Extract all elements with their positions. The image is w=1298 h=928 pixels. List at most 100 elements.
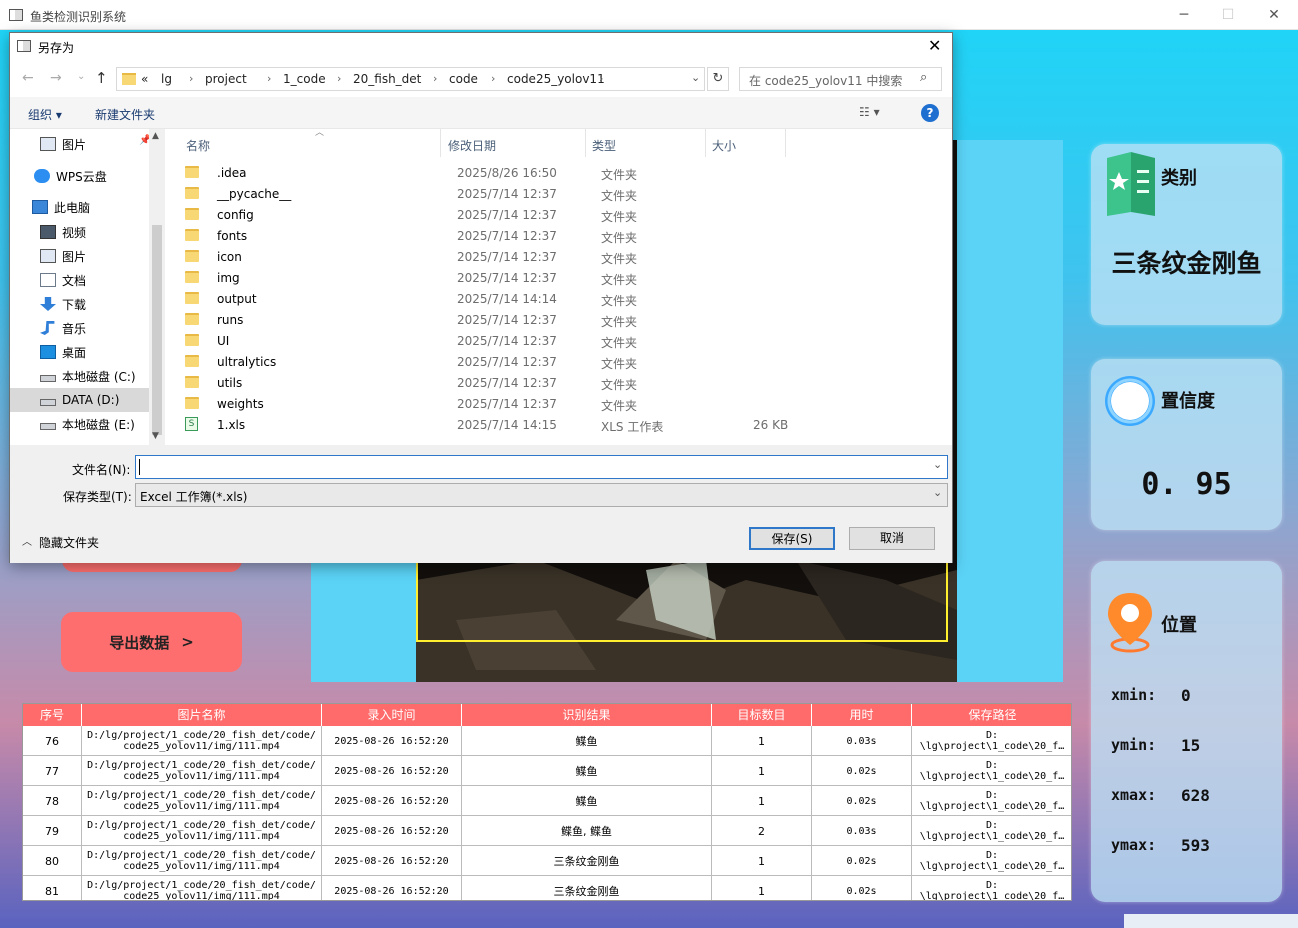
breadcrumb-overflow[interactable]: « xyxy=(141,72,148,86)
breadcrumb-separator-icon[interactable]: › xyxy=(189,72,193,85)
close-button[interactable]: ✕ xyxy=(1264,6,1284,24)
results-table[interactable]: 序号 图片名称 录入时间 识别结果 目标数目 用时 保存路径 76 D:/lg/p… xyxy=(22,703,1072,901)
table-row[interactable]: 80 D:/lg/project/1_code/20_fish_det/code/… xyxy=(23,846,1071,876)
main-title: 鱼类检测识别系统 xyxy=(30,10,127,24)
nav-item[interactable]: 此电脑 xyxy=(10,195,150,219)
nav-item[interactable]: 图片 xyxy=(10,132,150,156)
file-row[interactable]: ultralytics 2025/7/14 12:37 文件夹 xyxy=(185,351,885,372)
col-count-header[interactable]: 目标数目 xyxy=(712,704,812,726)
file-row[interactable]: img 2025/7/14 12:37 文件夹 xyxy=(185,267,885,288)
cell-count: 1 xyxy=(712,756,812,786)
view-options-icon[interactable]: ☷ ▾ xyxy=(859,105,880,119)
col-name-header[interactable]: 图片名称 xyxy=(82,704,322,726)
forward-arrow-icon[interactable]: → xyxy=(50,70,62,86)
chevron-down-icon[interactable]: ⌄ xyxy=(691,71,700,84)
file-row[interactable]: weights 2025/7/14 12:37 文件夹 xyxy=(185,393,885,414)
nav-item[interactable]: 本地磁盘 (C:) xyxy=(10,364,150,388)
col-path-header[interactable]: 保存路径 xyxy=(912,704,1071,726)
address-bar[interactable]: «lg › project › 1_code › 20_fish_det › code › code… xyxy=(116,67,705,91)
nav-item[interactable]: 视频 xyxy=(10,220,150,244)
col-type[interactable]: 类型 xyxy=(592,137,616,154)
file-list[interactable]: ︿ 名称 修改日期 类型 大小 .idea 2025/8/26 16:50 文件夹 _… xyxy=(165,128,952,445)
file-row[interactable]: __pycache__ 2025/7/14 12:37 文件夹 xyxy=(185,183,885,204)
breadcrumb-separator-icon[interactable]: › xyxy=(337,72,341,85)
breadcrumb-separator-icon[interactable]: › xyxy=(599,72,603,85)
col-duration-header[interactable]: 用时 xyxy=(812,704,912,726)
col-size[interactable]: 大小 xyxy=(712,137,736,154)
file-row[interactable]: utils 2025/7/14 12:37 文件夹 xyxy=(185,372,885,393)
breadcrumb-item[interactable]: 1_code xyxy=(283,72,326,86)
col-result-header[interactable]: 识别结果 xyxy=(462,704,712,726)
cell-name-text: code25_yolov11/img/111.mp4 xyxy=(123,771,280,782)
nav-item[interactable]: 下载 xyxy=(10,292,150,316)
file-row[interactable]: S 1.xls 2025/7/14 14:15 XLS 工作表 26 KB xyxy=(185,414,885,435)
organize-button[interactable]: 组织 ▾ xyxy=(28,106,62,123)
chevron-down-icon[interactable]: ⌄ xyxy=(933,486,942,499)
xmax-label: xmax: xyxy=(1111,786,1157,804)
col-time-header[interactable]: 录入时间 xyxy=(322,704,462,726)
table-row[interactable]: 76 D:/lg/project/1_code/20_fish_det/code/… xyxy=(23,726,1071,756)
breadcrumb-item[interactable]: code xyxy=(449,72,478,86)
chevron-down-icon[interactable]: ⌄ xyxy=(933,458,942,471)
nav-item[interactable]: 图片 xyxy=(10,244,150,268)
cell-count: 1 xyxy=(712,726,812,756)
cell-count: 1 xyxy=(712,846,812,876)
export-data-button[interactable]: 导出数据 > xyxy=(61,612,242,672)
scroll-down-icon[interactable]: ▼ xyxy=(152,431,159,441)
table-row[interactable]: 77 D:/lg/project/1_code/20_fish_det/code/… xyxy=(23,756,1071,786)
breadcrumb-item[interactable]: 20_fish_det xyxy=(353,72,421,86)
filename-input[interactable]: ⌄ xyxy=(135,455,948,479)
nav-item[interactable]: 桌面 xyxy=(10,340,150,364)
dialog-close-icon[interactable]: ✕ xyxy=(928,36,941,55)
col-date[interactable]: 修改日期 xyxy=(448,137,496,154)
col-id-header[interactable]: 序号 xyxy=(23,704,82,726)
scroll-up-icon[interactable]: ▲ xyxy=(152,131,159,141)
nav-item[interactable]: DATA (D:) xyxy=(10,388,150,412)
file-row[interactable]: output 2025/7/14 14:14 文件夹 xyxy=(185,288,885,309)
table-row[interactable]: 81 D:/lg/project/1_code/20_fish_det/code/… xyxy=(23,876,1071,901)
col-name[interactable]: 名称 xyxy=(186,137,210,154)
confidence-card: 置信度 0. 95 xyxy=(1091,359,1282,530)
cell-path: D: \lg\project\1_code\20_f… xyxy=(912,726,1071,756)
breadcrumb-item[interactable]: lg xyxy=(161,72,172,86)
cell-result: 鲽鱼 xyxy=(462,756,712,786)
breadcrumb-separator-icon[interactable]: › xyxy=(491,72,495,85)
maximize-button[interactable]: ☐ xyxy=(1218,6,1238,24)
back-arrow-icon[interactable]: ← xyxy=(22,70,34,86)
file-row[interactable]: UI 2025/7/14 12:37 文件夹 xyxy=(185,330,885,351)
breadcrumb-item[interactable]: code25_yolov11 xyxy=(507,72,605,86)
refresh-icon[interactable]: ↻ xyxy=(707,67,729,91)
cancel-button[interactable]: 取消 xyxy=(849,527,935,550)
filetype-value: Excel 工作簿(*.xls) xyxy=(140,490,248,504)
nav-item[interactable]: 本地磁盘 (E:) xyxy=(10,412,150,436)
dialog-title: 另存为 xyxy=(38,41,75,55)
new-folder-button[interactable]: 新建文件夹 xyxy=(95,106,155,123)
file-row[interactable]: fonts 2025/7/14 12:37 文件夹 xyxy=(185,225,885,246)
hide-folders-button[interactable]: 隐藏文件夹 xyxy=(39,534,99,551)
file-type: 文件夹 xyxy=(601,168,638,182)
chevron-up-icon[interactable]: ︿ xyxy=(22,533,32,548)
file-row[interactable]: runs 2025/7/14 12:37 文件夹 xyxy=(185,309,885,330)
breadcrumb-separator-icon[interactable]: › xyxy=(433,72,437,85)
nav-item[interactable]: 文档 xyxy=(10,268,150,292)
nav-item[interactable]: WPS云盘 xyxy=(10,164,150,188)
scroll-thumb[interactable] xyxy=(152,225,162,435)
minimize-button[interactable]: ─ xyxy=(1174,6,1194,24)
nav-scrollbar[interactable]: ▲ ▼ xyxy=(149,129,165,445)
file-row[interactable]: .idea 2025/8/26 16:50 文件夹 xyxy=(185,162,885,183)
table-row[interactable]: 79 D:/lg/project/1_code/20_fish_det/code/… xyxy=(23,816,1071,846)
file-row[interactable]: icon 2025/7/14 12:37 文件夹 xyxy=(185,246,885,267)
up-arrow-icon[interactable]: ↑ xyxy=(95,69,108,87)
breadcrumb-item[interactable]: project xyxy=(205,72,247,86)
filetype-select[interactable]: Excel 工作簿(*.xls) ⌄ xyxy=(135,483,948,507)
breadcrumb-separator-icon[interactable]: › xyxy=(267,72,271,85)
file-row[interactable]: config 2025/7/14 12:37 文件夹 xyxy=(185,204,885,225)
search-input[interactable]: 在 code25_yolov11 中搜索 ⌕ xyxy=(739,67,942,91)
save-as-dialog: 另存为 ✕ ← → ⌄ ↑ « lg › project › 1_code › 20_fish… xyxy=(9,32,953,563)
help-icon[interactable]: ? xyxy=(921,104,939,122)
cell-name-text: code25_yolov11/img/111.mp4 xyxy=(123,891,280,901)
recent-dropdown-icon[interactable]: ⌄ xyxy=(77,71,85,82)
save-button[interactable]: 保存(S) xyxy=(749,527,835,550)
nav-item[interactable]: 音乐 xyxy=(10,316,150,340)
table-row[interactable]: 78 D:/lg/project/1_code/20_fish_det/code/… xyxy=(23,786,1071,816)
